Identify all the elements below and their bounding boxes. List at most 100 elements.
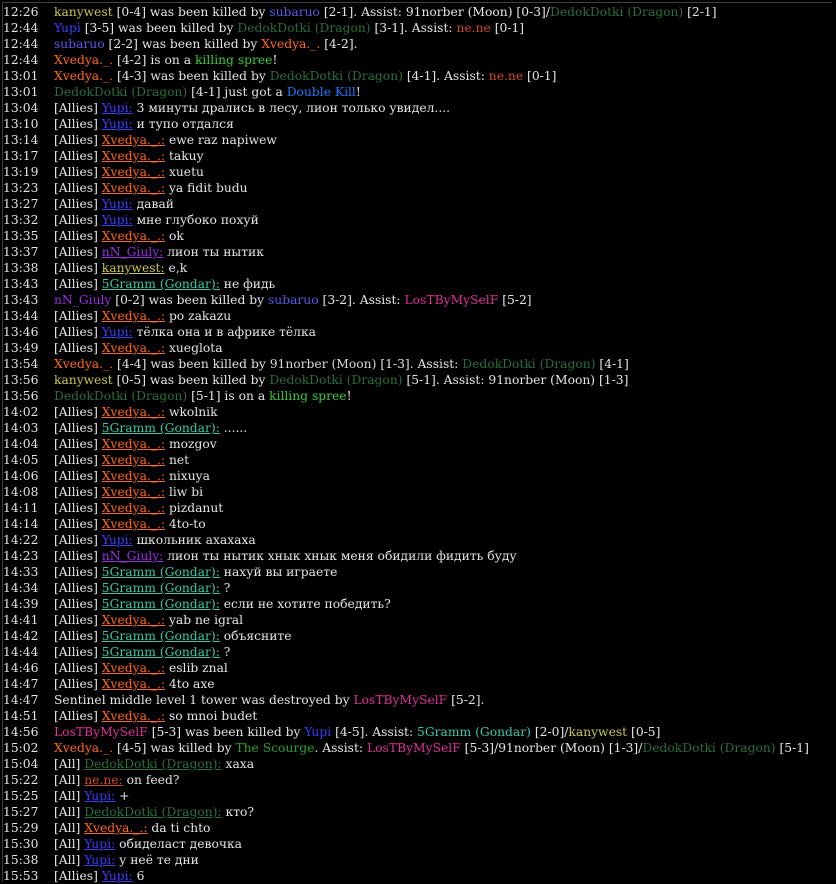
player-name-link[interactable]: Xvedya._.: xyxy=(102,181,165,195)
player-name-link[interactable]: Yupi: xyxy=(84,789,115,803)
message-text: [Allies] xyxy=(54,213,102,227)
player-name-link[interactable]: Xvedya._.: xyxy=(102,709,165,723)
player-name-link[interactable]: Yupi: xyxy=(102,213,133,227)
chat-timestamp: 14:33 xyxy=(3,565,39,579)
chat-message: [Allies] Yupi: 3 минуты дрались в лесу, … xyxy=(54,100,450,116)
chat-timestamp: 14:47 xyxy=(3,693,39,707)
chat-line: 15:04 [All] DedokDotki (Dragon): хаха xyxy=(3,756,832,772)
chat-line: 14:02 [Allies] Xvedya._.: wkolnik xyxy=(3,404,832,420)
player-name-link[interactable]: Xvedya._.: xyxy=(102,485,165,499)
chat-timestamp: 13:01 xyxy=(3,69,39,83)
chat-message: [Allies] Xvedya._.: liw bi xyxy=(54,484,203,500)
chat-timestamp: 15:27 xyxy=(3,805,39,819)
chat-line: 15:30 [All] Yupi: обиделаст девочка xyxy=(3,836,832,852)
player-name-link[interactable]: Yupi: xyxy=(102,325,133,339)
player-name-link[interactable]: Xvedya._.: xyxy=(102,341,165,355)
chat-message: [Allies] 5Gramm (Gondar): если не хотите… xyxy=(54,596,391,612)
message-text: [Allies] xyxy=(54,581,102,595)
chat-message: Xvedya._. [4-4] was been killed by 91nor… xyxy=(54,356,629,372)
player-name-link[interactable]: Xvedya._.: xyxy=(102,517,165,531)
chat-timestamp: 15:25 xyxy=(3,789,39,803)
message-text: хаха xyxy=(221,757,255,771)
player-name-link[interactable]: ne.ne: xyxy=(84,773,122,787)
message-text: [0-5] was been killed by xyxy=(112,373,270,387)
message-text: [All] xyxy=(54,821,85,835)
chat-message: [Allies] 5Gramm (Gondar): нахуй вы играе… xyxy=(54,564,337,580)
chat-line: 13:27 [Allies] Yupi: давай xyxy=(3,196,832,212)
chat-message: nN_Giuly [0-2] was been killed by subaru… xyxy=(54,292,532,308)
chat-line: 14:47 [Allies] Xvedya._.: 4to axe xyxy=(3,676,832,692)
chat-timestamp: 13:54 xyxy=(3,357,39,371)
player-name-link[interactable]: Yupi: xyxy=(102,197,133,211)
player-name-link[interactable]: Yupi: xyxy=(102,533,133,547)
chat-timestamp: 15:53 xyxy=(3,869,39,883)
message-text: [Allies] xyxy=(54,469,102,483)
chat-line: 13:01 Xvedya._. [4-3] was been killed by … xyxy=(3,68,832,84)
message-text: [2-0]/ xyxy=(530,725,569,739)
player-name-link[interactable]: Yupi: xyxy=(102,869,133,883)
chat-message: [Allies] 5Gramm (Gondar): ? xyxy=(54,644,230,660)
message-text: nixuya xyxy=(165,469,210,483)
player-name-link[interactable]: Xvedya._.: xyxy=(102,677,165,691)
player-name-link[interactable]: Xvedya._.: xyxy=(102,165,165,179)
player-name-link[interactable]: Yupi: xyxy=(84,837,115,851)
chat-line: 13:32 [Allies] Yupi: мне глубоко похуй xyxy=(3,212,832,228)
player-name-link[interactable]: Xvedya._.: xyxy=(102,229,165,243)
chat-timestamp: 13:23 xyxy=(3,181,39,195)
chat-message: [All] Xvedya._.: da ti chto xyxy=(54,820,210,836)
player-name-link[interactable]: Xvedya._.: xyxy=(102,309,165,323)
player-name-link[interactable]: 5Gramm (Gondar): xyxy=(102,565,220,579)
message-text: [Allies] xyxy=(54,197,102,211)
player-name-link[interactable]: 5Gramm (Gondar): xyxy=(102,597,220,611)
player-name-link[interactable]: 5Gramm (Gondar): xyxy=(102,277,220,291)
message-text: [4-1] xyxy=(595,357,629,371)
player-name-link[interactable]: Xvedya._.: xyxy=(102,133,165,147)
player-name-link[interactable]: Xvedya._.: xyxy=(102,149,165,163)
player-name-link[interactable]: 5Gramm (Gondar): xyxy=(102,645,220,659)
message-text: [4-2] is on a xyxy=(113,53,195,67)
message-text: [0-1] xyxy=(523,69,557,83)
player-name-link[interactable]: 5Gramm (Gondar): xyxy=(102,629,220,643)
colored-name: DedokDotki (Dragon) xyxy=(269,373,403,387)
chat-line: 12:26 kanywest [0-4] was been killed by s… xyxy=(3,4,832,20)
player-name-link[interactable]: Yupi: xyxy=(102,101,133,115)
chat-line: 14:05 [Allies] Xvedya._.: net xyxy=(3,452,832,468)
message-text: on feed? xyxy=(122,773,180,787)
message-text: [3-2]. Assist: xyxy=(318,293,405,307)
chat-timestamp: 15:04 xyxy=(3,757,39,771)
player-name-link[interactable]: nN_Giuly: xyxy=(102,549,164,563)
player-name-link[interactable]: Xvedya._.: xyxy=(102,453,165,467)
message-text: po zakazu xyxy=(165,309,232,323)
colored-name: 91norber (Moon) xyxy=(269,357,377,371)
message-text: wkolnik xyxy=(165,405,218,419)
player-name-link[interactable]: Xvedya._.: xyxy=(102,661,165,675)
player-name-link[interactable]: DedokDotki (Dragon): xyxy=(84,757,221,771)
chat-line: 13:44 [Allies] Xvedya._.: po zakazu xyxy=(3,308,832,324)
colored-name: DedokDotki (Dragon) xyxy=(549,5,684,19)
message-text: [Allies] xyxy=(54,309,102,323)
player-name-link[interactable]: Xvedya._.: xyxy=(102,469,165,483)
chat-timestamp: 14:14 xyxy=(3,517,39,531)
player-name-link[interactable]: Yupi: xyxy=(102,117,133,131)
player-name-link[interactable]: 5Gramm (Gondar): xyxy=(102,581,220,595)
player-name-link[interactable]: Xvedya._.: xyxy=(84,821,147,835)
colored-name: kanywest xyxy=(54,5,113,19)
player-name-link[interactable]: Yupi: xyxy=(84,853,115,867)
player-name-link[interactable]: Xvedya._.: xyxy=(102,405,165,419)
message-text: [All] xyxy=(54,837,85,851)
player-name-link[interactable]: nN_Giuly: xyxy=(102,245,164,259)
message-text: so mnoi budet xyxy=(165,709,258,723)
chat-timestamp: 14:42 xyxy=(3,629,39,643)
message-text: [Allies] xyxy=(54,133,102,147)
chat-line: 14:46 [Allies] Xvedya._.: eslib znal xyxy=(3,660,832,676)
player-name-link[interactable]: Xvedya._.: xyxy=(102,437,165,451)
chat-line: 14:44 [Allies] 5Gramm (Gondar): ? xyxy=(3,644,832,660)
player-name-link[interactable]: kanywest: xyxy=(102,261,165,275)
message-text: тёлка она и в африке тёлка xyxy=(132,325,317,339)
chat-timestamp: 13:35 xyxy=(3,229,39,243)
chat-line: 13:56 DedokDotki (Dragon) [5-1] is on a k… xyxy=(3,388,832,404)
player-name-link[interactable]: Xvedya._.: xyxy=(102,501,165,515)
player-name-link[interactable]: Xvedya._.: xyxy=(102,613,165,627)
player-name-link[interactable]: DedokDotki (Dragon): xyxy=(84,805,221,819)
player-name-link[interactable]: 5Gramm (Gondar): xyxy=(102,421,220,435)
